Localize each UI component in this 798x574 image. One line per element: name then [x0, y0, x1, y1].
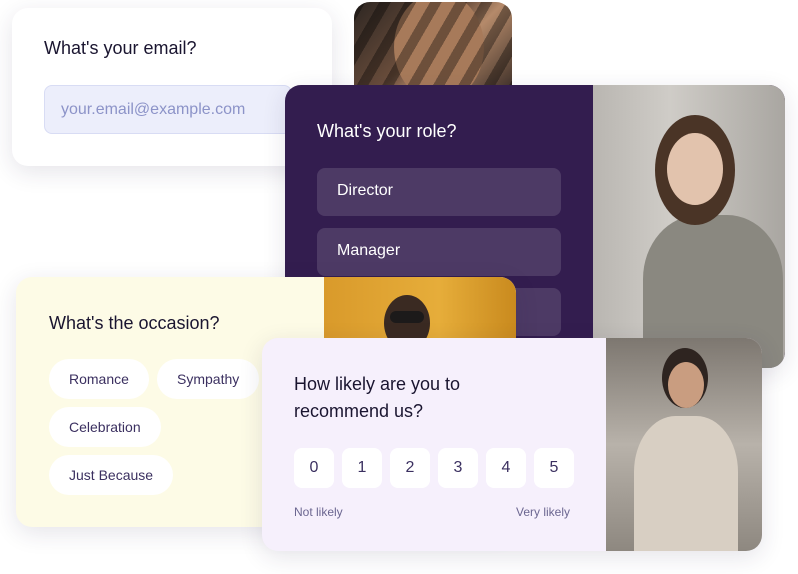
email-question: What's your email?	[44, 38, 197, 58]
rating-4-button[interactable]: 4	[486, 448, 526, 488]
role-option-manager[interactable]: Manager	[317, 228, 561, 276]
occasion-option-just-because[interactable]: Just Because	[49, 455, 174, 495]
recommend-question-line2: recommend us?	[294, 401, 424, 421]
rating-5-button[interactable]: 5	[534, 448, 574, 488]
occasion-option-celebration[interactable]: Celebration	[49, 407, 161, 447]
rating-1-button[interactable]: 1	[342, 448, 382, 488]
occasion-question: What's the occasion?	[49, 313, 220, 333]
email-card: What's your email?	[12, 8, 332, 166]
recommend-card: How likely are you to recommend us? 0 1 …	[262, 338, 762, 551]
portrait-photo-occasion	[324, 277, 516, 339]
occasion-option-sympathy[interactable]: Sympathy	[157, 359, 260, 399]
role-question: What's your role?	[317, 121, 457, 141]
role-option-director[interactable]: Director	[317, 168, 561, 216]
recommend-question-line1: How likely are you to	[294, 374, 461, 394]
rating-0-button[interactable]: 0	[294, 448, 334, 488]
rating-3-button[interactable]: 3	[438, 448, 478, 488]
portrait-photo-top	[354, 2, 512, 94]
portrait-photo-recommend	[606, 338, 762, 551]
portrait-photo-role	[593, 85, 785, 368]
scale-high-label: Very likely	[516, 505, 571, 519]
email-input[interactable]	[44, 85, 292, 134]
occasion-option-romance[interactable]: Romance	[49, 359, 149, 399]
rating-2-button[interactable]: 2	[390, 448, 430, 488]
scale-low-label: Not likely	[294, 505, 343, 519]
